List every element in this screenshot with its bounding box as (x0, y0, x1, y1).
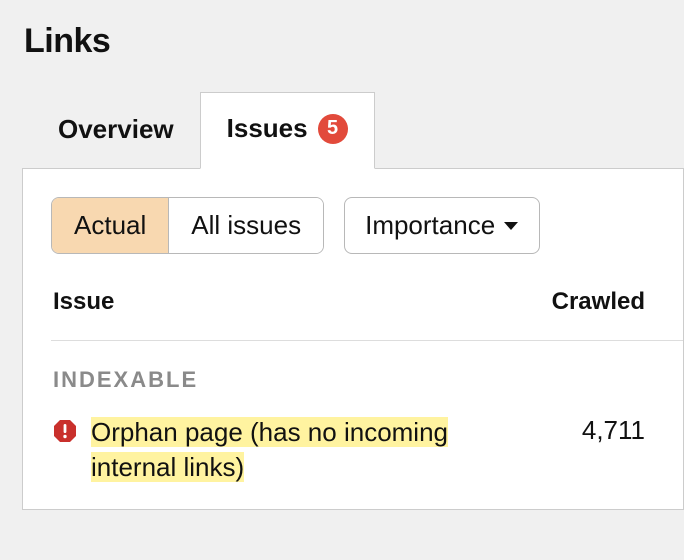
filter-segmented-control: Actual All issues (51, 197, 324, 254)
issues-count-badge: 5 (318, 114, 348, 144)
error-icon (53, 419, 77, 443)
tab-issues[interactable]: Issues 5 (200, 92, 375, 169)
filter-all-issues[interactable]: All issues (168, 198, 323, 253)
page-title: Links (22, 22, 684, 61)
crawled-value: 4,711 (582, 415, 645, 446)
sort-dropdown[interactable]: Importance (344, 197, 540, 254)
column-crawled: Crawled (552, 288, 645, 316)
tabs: Overview Issues 5 (22, 91, 684, 169)
tab-label: Overview (58, 114, 174, 145)
chevron-down-icon (503, 220, 519, 232)
group-indexable-label: INDEXABLE (51, 341, 683, 415)
issue-name: Orphan page (has no incoming internal li… (91, 415, 451, 485)
tab-label: Issues (227, 113, 308, 144)
column-issue: Issue (53, 288, 114, 316)
tab-overview[interactable]: Overview (32, 94, 200, 169)
filter-controls: Actual All issues Importance (51, 197, 683, 254)
sort-label: Importance (365, 210, 495, 241)
table-row[interactable]: Orphan page (has no incoming internal li… (51, 415, 683, 509)
filter-actual[interactable]: Actual (52, 198, 168, 253)
issues-panel: Actual All issues Importance Issue Crawl… (22, 169, 684, 510)
table-header: Issue Crawled (51, 288, 683, 341)
